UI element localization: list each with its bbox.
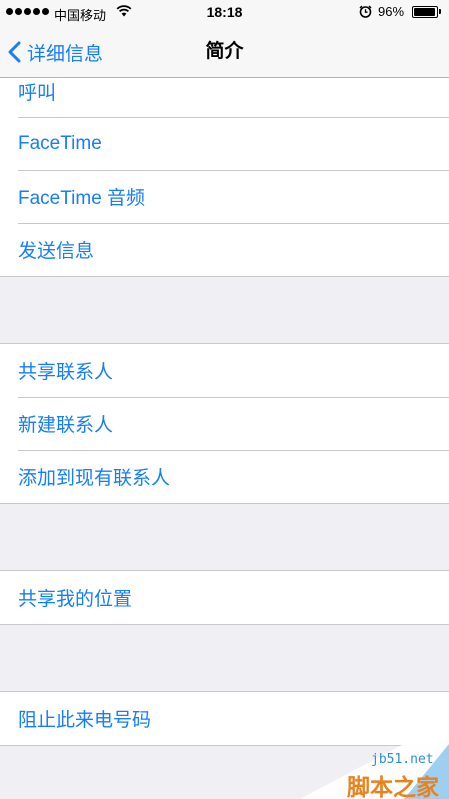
location-group: 共享我的位置: [0, 570, 449, 625]
new-contact-button[interactable]: 新建联系人: [0, 397, 449, 450]
share-my-location-button[interactable]: 共享我的位置: [0, 571, 449, 624]
page-title: 简介: [205, 41, 244, 62]
battery-icon: [412, 6, 438, 18]
block-group: 阻止此来电号码: [0, 691, 449, 746]
watermark-name: 脚本之家: [347, 774, 439, 799]
watermark-domain: jb51.net: [371, 752, 434, 767]
facetime-audio-button[interactable]: FaceTime 音频: [0, 170, 449, 223]
navigation-bar: 详细信息 简介: [0, 26, 449, 78]
actions-group: 呼叫 FaceTime FaceTime 音频 发送信息: [0, 78, 449, 277]
add-to-existing-contact-button[interactable]: 添加到现有联系人: [0, 450, 449, 503]
battery-percent: 96%: [378, 4, 405, 19]
contact-actions-list: 呼叫 FaceTime FaceTime 音频 发送信息 共享联系人 新建联系人…: [0, 78, 449, 799]
status-bar: 中国移动 18:18 96%: [0, 0, 449, 26]
battery-tip: [439, 9, 441, 14]
block-caller-button[interactable]: 阻止此来电号码: [0, 692, 449, 745]
call-button[interactable]: 呼叫: [0, 78, 449, 117]
alarm-icon: [359, 5, 372, 18]
battery-fill: [414, 8, 436, 16]
facetime-button[interactable]: FaceTime: [0, 117, 449, 170]
send-message-button[interactable]: 发送信息: [0, 223, 449, 276]
share-contact-button[interactable]: 共享联系人: [0, 344, 449, 397]
contacts-group: 共享联系人 新建联系人 添加到现有联系人: [0, 343, 449, 504]
